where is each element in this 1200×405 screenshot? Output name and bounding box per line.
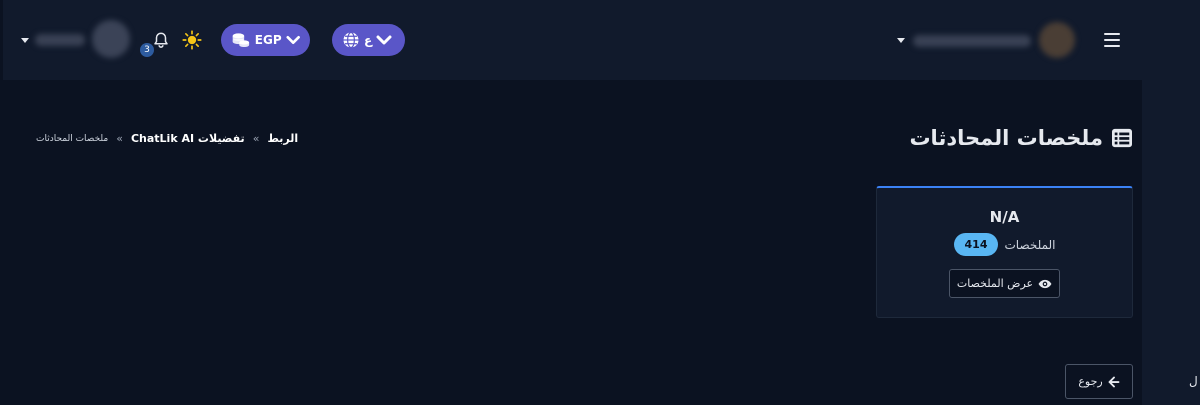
page-header: ملخصات المحادثات <box>909 126 1133 150</box>
list-icon <box>1112 128 1132 148</box>
breadcrumb-item-chatlik-preferences[interactable]: تفضيلات ChatLik AI <box>131 132 245 145</box>
currency-label: EGP <box>254 33 282 47</box>
user-name-right[interactable] <box>913 35 1031 47</box>
page-title: ملخصات المحادثات <box>909 126 1103 150</box>
sidebar-text-fragment: ل <box>1189 374 1198 388</box>
globe-icon <box>343 31 359 49</box>
breadcrumb-separator: » <box>116 132 123 145</box>
user-menu-caret-right[interactable] <box>897 38 905 43</box>
sidebar: ل <box>1142 0 1200 405</box>
summary-card: N/A الملخصات 414 عرض الملخصات <box>876 186 1133 318</box>
hamburger-menu-icon[interactable] <box>1104 33 1120 47</box>
breadcrumb-separator: » <box>252 132 260 145</box>
breadcrumb: الربط » تفضيلات ChatLik AI » ملخصات المح… <box>36 132 298 145</box>
breadcrumb-item-integrations[interactable]: الربط <box>267 132 298 145</box>
back-button[interactable]: رجوع <box>1065 364 1133 399</box>
avatar-left[interactable] <box>92 20 130 58</box>
summary-count-badge: 414 <box>953 233 999 256</box>
eye-icon <box>1038 279 1052 288</box>
bell-icon[interactable] <box>152 31 170 49</box>
summary-count-row: الملخصات 414 <box>877 233 1132 256</box>
language-label: ع <box>364 33 373 47</box>
top-navbar: 3 EGP ع <box>3 0 1142 80</box>
user-menu-caret-left[interactable] <box>21 38 29 43</box>
notification-badge: 3 <box>140 43 154 57</box>
chevron-down-icon <box>376 35 392 45</box>
avatar-right[interactable] <box>1039 22 1075 58</box>
chevron-down-icon <box>286 35 300 45</box>
sun-icon[interactable] <box>182 30 202 50</box>
arrow-left-icon <box>1108 376 1120 387</box>
currency-dropdown[interactable]: EGP <box>221 24 310 56</box>
back-button-label: رجوع <box>1078 375 1103 388</box>
coins-icon <box>232 33 250 48</box>
view-summaries-button[interactable]: عرض الملخصات <box>949 269 1060 298</box>
card-title: N/A <box>989 208 1020 226</box>
breadcrumb-item-current: ملخصات المحادثات <box>36 133 109 144</box>
view-summaries-label: عرض الملخصات <box>956 277 1034 290</box>
summary-count-label: الملخصات <box>1004 237 1056 252</box>
language-dropdown[interactable]: ع <box>332 24 405 56</box>
user-name-left[interactable] <box>35 34 85 46</box>
